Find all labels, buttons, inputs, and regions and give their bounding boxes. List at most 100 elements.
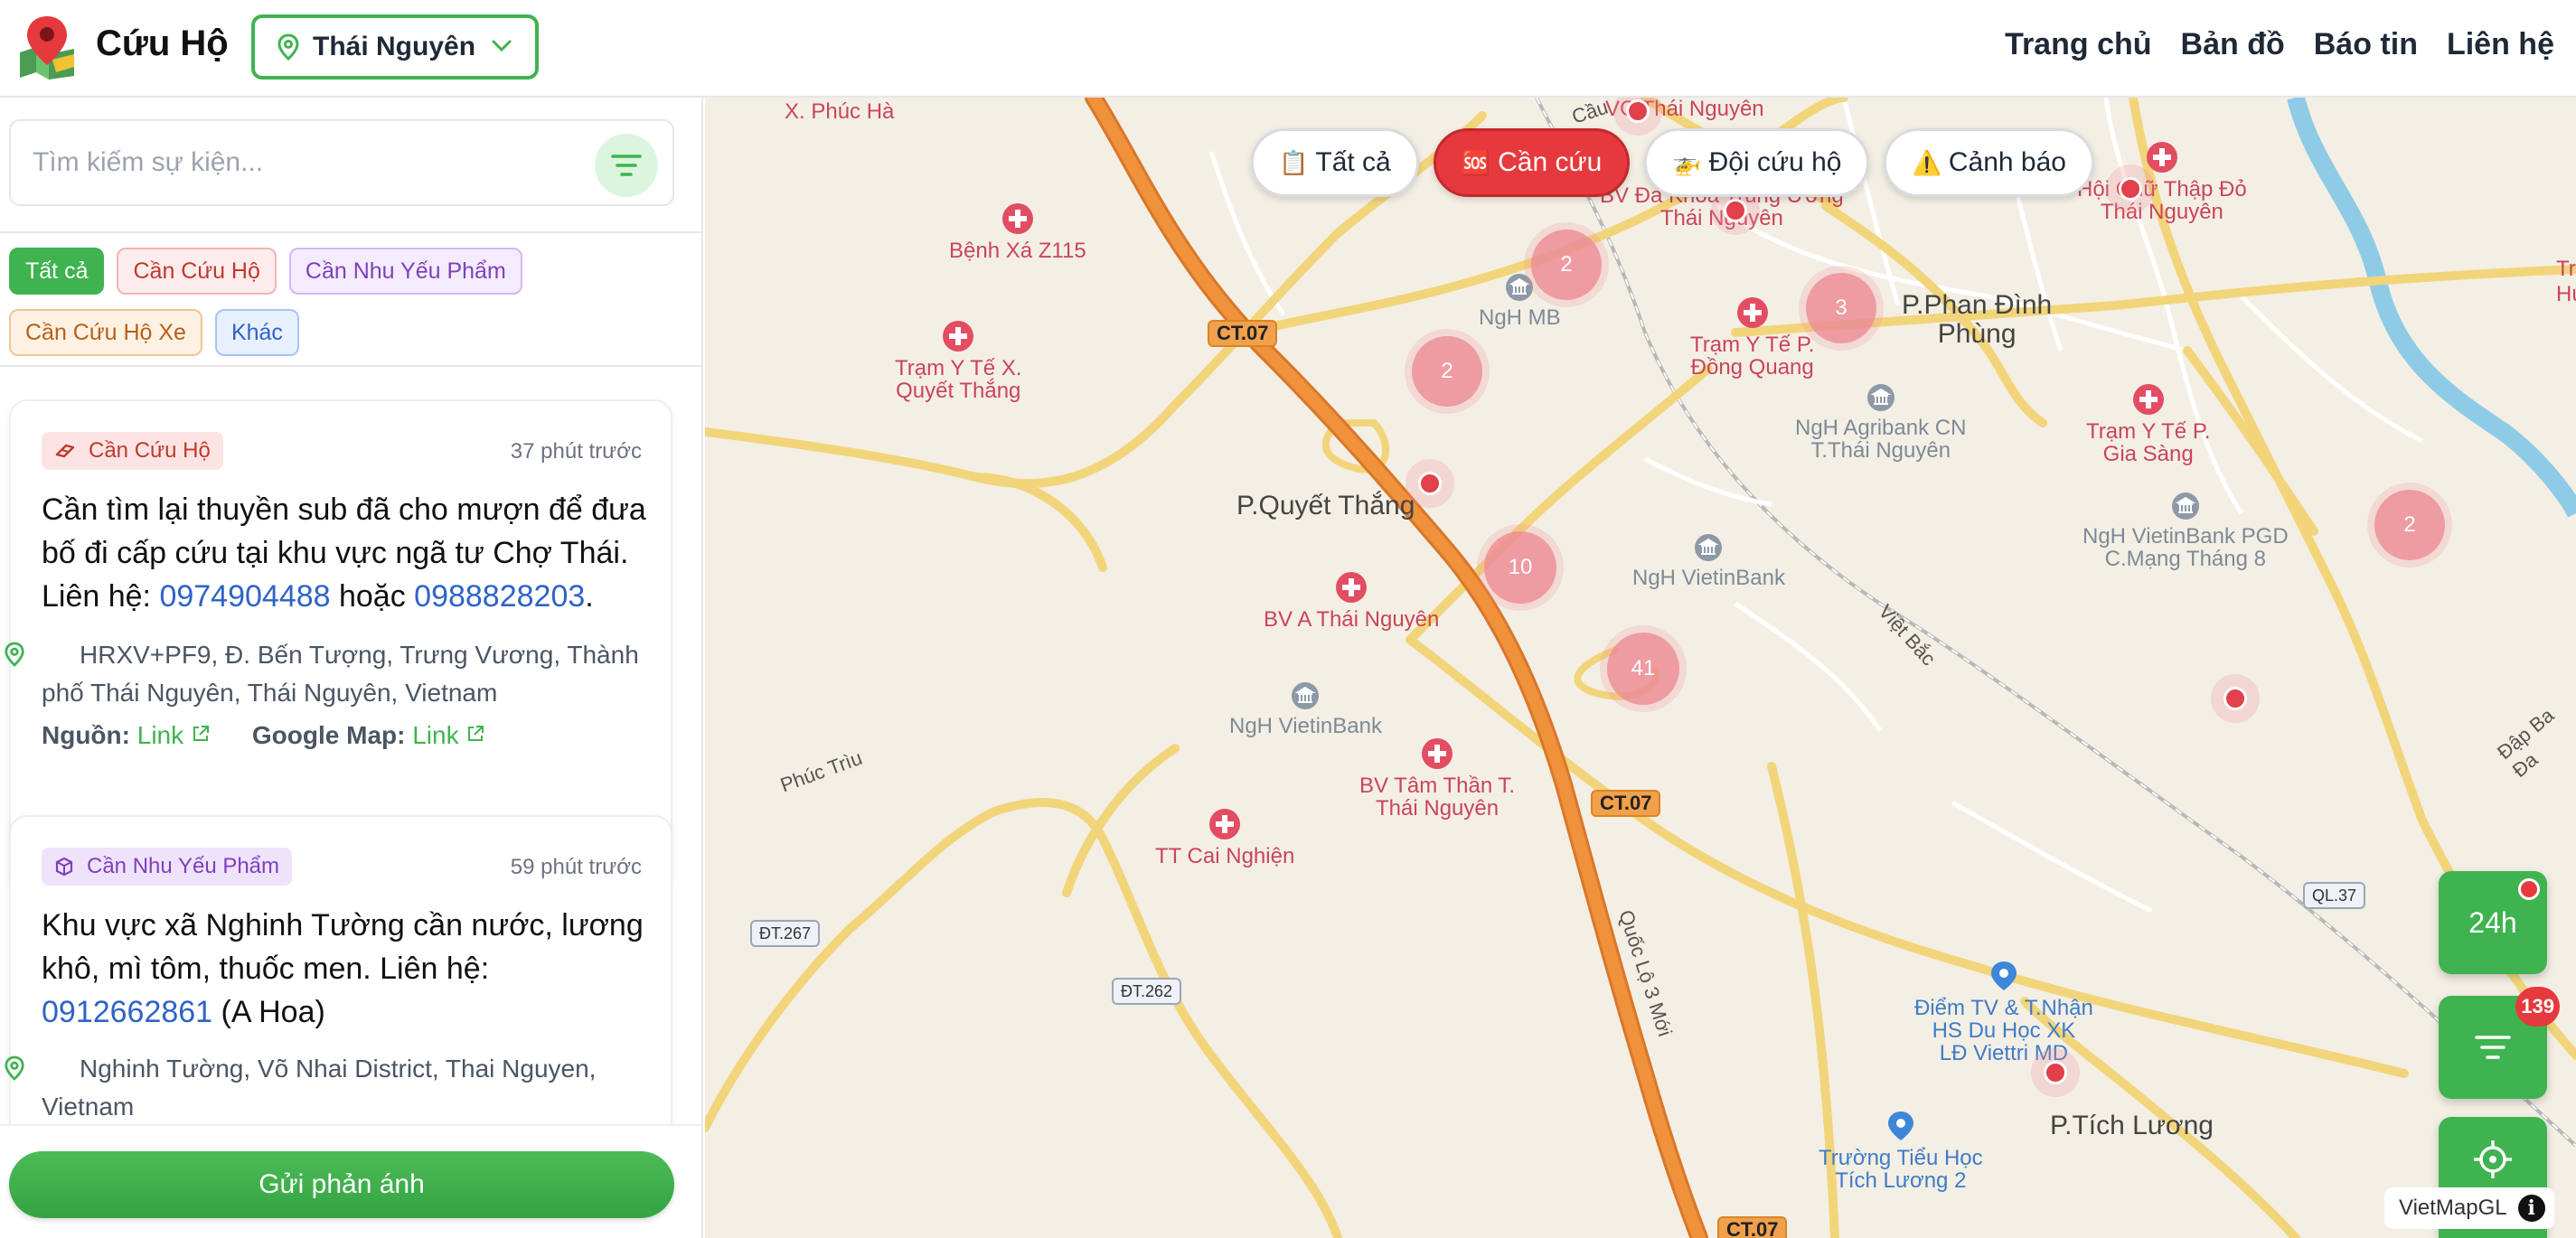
event-cluster[interactable]: 2	[1412, 336, 1482, 407]
location-pin-icon	[277, 33, 299, 61]
poi-label: Trạm Y Tế X.	[895, 356, 1022, 380]
external-link-icon	[193, 726, 209, 741]
gmap-link[interactable]: Link	[412, 721, 458, 749]
phone-link[interactable]: 0988828203	[414, 579, 585, 614]
post-time: 37 phút trước	[510, 439, 642, 464]
post-text: hoặc	[330, 579, 415, 614]
nav-report[interactable]: Báo tin	[2314, 27, 2418, 62]
poi-hospital[interactable]: Trạm Y Tế X. Quyết Thắng	[895, 320, 1022, 402]
chip-supplies[interactable]: Cần Nhu Yếu Phẩm	[288, 248, 522, 295]
poi-label: Trạm Y Tế P.	[1690, 333, 1815, 357]
pill-warning[interactable]: ⚠️ Cảnh báo	[1884, 128, 2094, 197]
poi-label: Thái Nguyên	[1659, 206, 1783, 230]
post-address: HRXV+PF9, Đ. Bến Tượng, Trưng Vương, Thà…	[5, 636, 656, 712]
event-marker[interactable]	[1724, 199, 1747, 222]
phone-link[interactable]: 0974904488	[159, 579, 330, 614]
poi-info-point[interactable]: Điểm TV & T.Nhận HS Du Học XK LĐ Viettri…	[1914, 960, 2093, 1064]
poi-bank[interactable]: NgH VietinBank	[1632, 533, 1785, 589]
chip-other[interactable]: Khác	[214, 309, 299, 356]
event-cluster[interactable]: 41	[1607, 633, 1679, 705]
helicopter-icon: 🚁	[1672, 148, 1702, 176]
hospital-icon	[2146, 142, 2177, 173]
poi-label: NgH Agribank CN	[1795, 416, 1967, 440]
place-line: P.Phan Đình	[1902, 290, 2053, 320]
event-marker[interactable]	[2044, 1061, 2067, 1084]
pill-all[interactable]: 📋 Tất cả	[1251, 128, 1419, 197]
app-root: Cứu Hộ Thái Nguyên Trang chủ Bản đồ Báo …	[0, 0, 2576, 1238]
lifebuoy-icon	[55, 444, 75, 458]
nav-contact[interactable]: Liên hệ	[2447, 27, 2554, 62]
filter-lines-icon	[2475, 1036, 2511, 1059]
poi-hospital[interactable]: Trạm Y Tế P. Gia Sàng	[2086, 383, 2210, 465]
event-cluster[interactable]: 2	[2374, 490, 2445, 560]
post-time: 59 phút trước	[510, 855, 642, 879]
place-label: P.Quyết Thắng	[1236, 491, 1415, 521]
poi-label: Hội Chữ Thập Đỏ	[2077, 177, 2247, 202]
road-shield-ct07: CT.07	[1717, 1216, 1788, 1238]
event-marker[interactable]	[2223, 687, 2247, 710]
poi-hospital[interactable]: BV A Thái Nguyên	[1264, 571, 1439, 631]
poi-label: NgH VietinBank	[1632, 566, 1785, 590]
source-row: Nguồn: Link	[42, 721, 211, 750]
event-marker[interactable]	[1418, 472, 1442, 495]
event-cluster[interactable]: 10	[1484, 531, 1556, 604]
poi-bank[interactable]: NgH VietinBank PGD C.Mạng Tháng 8	[2082, 492, 2289, 570]
poi-hospital[interactable]: Hội Chữ Thập Đỏ Thái Nguyên	[2077, 141, 2247, 223]
badge-label: Cần Cứu Hộ	[89, 438, 211, 463]
province-selector[interactable]: Thái Nguyên	[251, 14, 539, 80]
info-point-icon	[1990, 961, 2017, 990]
poi-hospital[interactable]: Bệnh Xá Z115	[949, 202, 1086, 262]
map-canvas[interactable]: X. Phúc Hà P.Quyết Thắng P.Phan Đình Phù…	[705, 98, 2576, 1238]
post-card[interactable]: Cần Nhu Yếu Phẩm 59 phút trước Khu vực x…	[5, 815, 672, 1177]
chip-vehicle-rescue[interactable]: Cần Cứu Hộ Xe	[9, 309, 202, 356]
poi-label: Tr	[2556, 257, 2576, 281]
search-input[interactable]	[33, 147, 539, 178]
poi-hospital[interactable]: BV Tâm Thần T. Thái Nguyên	[1359, 737, 1515, 820]
nav-map[interactable]: Bản đồ	[2181, 27, 2285, 62]
event-marker[interactable]	[2119, 177, 2142, 201]
package-icon	[55, 857, 73, 877]
badge-label: Cần Nhu Yếu Phẩm	[87, 854, 280, 878]
poi-label: Thái Nguyên	[2100, 200, 2223, 224]
location-pin-icon	[5, 1055, 24, 1081]
poi-hospital[interactable]: TT Cai Nghiện	[1155, 808, 1294, 868]
poi-hospital[interactable]: Trạm Y Tế P. Đồng Quang	[1690, 296, 1814, 379]
send-report-button[interactable]: Gửi phản ánh	[9, 1151, 674, 1218]
poi-bank[interactable]: NgH Agribank CN T.Thái Nguyên	[1795, 383, 1966, 462]
source-link[interactable]: Link	[137, 721, 183, 749]
post-text: (A Hoa)	[212, 995, 325, 1029]
info-icon[interactable]: i	[2517, 1195, 2545, 1222]
chip-rescue[interactable]: Cần Cứu Hộ	[117, 248, 277, 295]
gmap-label: Google Map:	[251, 721, 406, 749]
map-filter-button[interactable]: 139	[2439, 987, 2560, 1099]
poi-label: Hu	[2556, 282, 2576, 306]
pill-label: Cảnh báo	[1948, 147, 2066, 177]
nav-home[interactable]: Trang chủ	[2005, 27, 2151, 62]
hospital-icon	[1209, 809, 1241, 839]
map-attribution[interactable]: VietMapGL i	[2384, 1187, 2554, 1229]
event-marker[interactable]	[1626, 99, 1650, 123]
pill-rescue-team[interactable]: 🚁 Đội cứu hộ	[1644, 128, 1870, 197]
filter-button[interactable]	[595, 134, 658, 197]
event-cluster[interactable]: 2	[1531, 230, 1602, 300]
phone-link[interactable]: 0912662861	[42, 995, 212, 1029]
pill-need-rescue[interactable]: 🆘 Cần cứu	[1433, 128, 1631, 197]
post-card[interactable]: Cần Cứu Hộ 37 phút trước Cần tìm lại thu…	[5, 399, 672, 887]
hospital-icon	[1336, 572, 1368, 603]
poi-label: NgH VietinBank PGD	[2082, 524, 2289, 549]
fab-label: 24h	[2468, 905, 2517, 939]
poi-label: NgH MB	[1479, 305, 1561, 330]
time-range-button[interactable]: 24h	[2439, 871, 2547, 974]
bank-icon	[1695, 534, 1723, 561]
poi-label: Điểm TV & T.Nhận	[1914, 996, 2093, 1020]
hospital-icon	[1736, 297, 1768, 328]
main-nav: Trang chủ Bản đồ Báo tin Liên hệ	[2005, 27, 2554, 62]
hospital-icon	[2132, 384, 2164, 415]
poi-label: HS Du Học XK	[1932, 1018, 2076, 1043]
poi-school[interactable]: Trường Tiểu Học Tích Lương 2	[1819, 1110, 1983, 1192]
address-text: Nghinh Tường, Võ Nhai District, Thai Ngu…	[42, 1055, 597, 1121]
poi-bank[interactable]: NgH VietinBank	[1229, 681, 1382, 737]
chip-all[interactable]: Tất cả	[9, 248, 105, 295]
road-shield-ct07: CT.07	[1208, 320, 1278, 347]
event-cluster[interactable]: 3	[1806, 273, 1876, 343]
